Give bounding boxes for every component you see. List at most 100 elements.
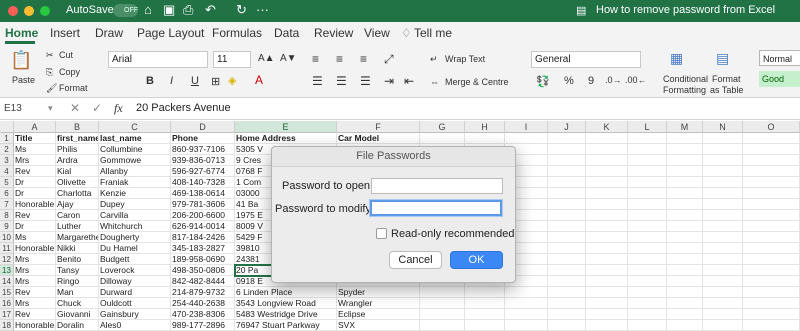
cell[interactable]: Philis — [56, 144, 99, 155]
cell[interactable]: Caron — [56, 210, 99, 221]
cell[interactable]: Honorable — [14, 199, 56, 210]
cell[interactable] — [548, 133, 586, 144]
format-as-table-label-1[interactable]: Format — [712, 74, 741, 84]
cell[interactable] — [505, 133, 548, 144]
cell[interactable] — [743, 232, 800, 243]
cell[interactable]: Mrs — [14, 276, 56, 287]
cell[interactable] — [548, 188, 586, 199]
row-header[interactable]: 17 — [0, 309, 14, 320]
increase-decimal-icon[interactable]: .0→ — [605, 75, 622, 85]
cell[interactable]: 76947 Stuart Parkway — [235, 320, 337, 331]
cell[interactable]: Durward — [99, 287, 171, 298]
cell[interactable]: 842-482-8444 — [171, 276, 235, 287]
row-header[interactable]: 9 — [0, 221, 14, 232]
column-header[interactable]: C — [99, 121, 171, 133]
cell[interactable]: Mrs — [14, 155, 56, 166]
decrease-decimal-icon[interactable]: .00← — [625, 75, 647, 85]
cell[interactable]: Spyder — [337, 287, 420, 298]
cell[interactable]: Tansy — [56, 265, 99, 276]
cell[interactable] — [465, 298, 505, 309]
cell[interactable]: Chuck — [56, 298, 99, 309]
cell[interactable] — [586, 265, 628, 276]
cell[interactable]: 626-914-0014 — [171, 221, 235, 232]
cell[interactable] — [743, 144, 800, 155]
cell[interactable]: Budgett — [99, 254, 171, 265]
cell[interactable] — [505, 298, 548, 309]
cell[interactable]: Honorable — [14, 243, 56, 254]
column-header[interactable]: M — [667, 121, 703, 133]
cell[interactable]: Mrs — [14, 298, 56, 309]
cell[interactable] — [586, 309, 628, 320]
copy-button[interactable]: Copy — [59, 67, 80, 77]
column-header[interactable]: J — [548, 121, 586, 133]
cell[interactable] — [667, 276, 703, 287]
column-header[interactable]: D — [171, 121, 235, 133]
cell[interactable] — [667, 199, 703, 210]
cell[interactable] — [420, 298, 465, 309]
cell[interactable] — [586, 166, 628, 177]
cell[interactable] — [667, 243, 703, 254]
cell[interactable] — [743, 276, 800, 287]
paste-button[interactable]: Paste — [12, 75, 35, 85]
cell[interactable]: Whitchurch — [99, 221, 171, 232]
cell[interactable] — [703, 155, 743, 166]
tab-formulas[interactable]: Formulas — [212, 26, 262, 40]
password-modify-input[interactable] — [370, 200, 502, 216]
row-header[interactable]: 18 — [0, 320, 14, 331]
conditional-formatting-label-2[interactable]: Formatting — [663, 85, 706, 95]
cell[interactable]: last_name — [99, 133, 171, 144]
cell[interactable] — [628, 210, 667, 221]
cell[interactable] — [628, 320, 667, 331]
cell[interactable]: Eclipse — [337, 309, 420, 320]
cell[interactable] — [667, 177, 703, 188]
cell[interactable] — [586, 133, 628, 144]
tab-view[interactable]: View — [364, 26, 390, 40]
cell[interactable] — [548, 210, 586, 221]
cell[interactable]: Collumbine — [99, 144, 171, 155]
column-header[interactable]: B — [56, 121, 99, 133]
cell[interactable] — [586, 199, 628, 210]
tell-me-search[interactable]: Tell me — [414, 26, 452, 40]
conditional-formatting-icon[interactable]: ▦ — [670, 50, 683, 67]
cell[interactable] — [703, 254, 743, 265]
column-header[interactable]: L — [628, 121, 667, 133]
align-right-icon[interactable]: ☰ — [360, 74, 371, 88]
font-color-icon[interactable]: A — [255, 73, 263, 87]
cut-icon[interactable]: ✂ — [46, 50, 54, 61]
cell[interactable] — [743, 133, 800, 144]
undo-icon[interactable]: ↶ — [205, 2, 216, 18]
row-header[interactable]: 14 — [0, 276, 14, 287]
cell[interactable]: Dr — [14, 177, 56, 188]
column-header[interactable]: K — [586, 121, 628, 133]
cell[interactable]: Charlotta — [56, 188, 99, 199]
cell[interactable] — [420, 309, 465, 320]
cell[interactable] — [667, 188, 703, 199]
cancel-button[interactable]: Cancel — [389, 251, 442, 269]
cell[interactable] — [667, 133, 703, 144]
align-left-icon[interactable]: ☰ — [312, 74, 323, 88]
cell[interactable]: 498-350-0806 — [171, 265, 235, 276]
cell[interactable] — [667, 254, 703, 265]
cell[interactable]: Ringo — [56, 276, 99, 287]
column-header[interactable]: G — [420, 121, 465, 133]
password-open-input[interactable] — [371, 178, 503, 194]
cell[interactable] — [667, 320, 703, 331]
cell[interactable] — [743, 221, 800, 232]
merge-centre-button[interactable]: Merge & Centre — [445, 77, 509, 87]
cell[interactable] — [465, 320, 505, 331]
cell[interactable] — [703, 133, 743, 144]
tab-insert[interactable]: Insert — [50, 26, 80, 40]
tab-draw[interactable]: Draw — [95, 26, 123, 40]
cell[interactable] — [628, 133, 667, 144]
cell[interactable] — [703, 309, 743, 320]
cell[interactable]: 189-958-0690 — [171, 254, 235, 265]
cell[interactable] — [743, 243, 800, 254]
cell[interactable] — [586, 155, 628, 166]
cell[interactable]: Kial — [56, 166, 99, 177]
minimize-window-button[interactable] — [24, 6, 34, 16]
cell[interactable] — [586, 298, 628, 309]
cell[interactable]: SVX — [337, 320, 420, 331]
row-header[interactable]: 11 — [0, 243, 14, 254]
cell[interactable]: Rev — [14, 287, 56, 298]
cell[interactable] — [586, 276, 628, 287]
